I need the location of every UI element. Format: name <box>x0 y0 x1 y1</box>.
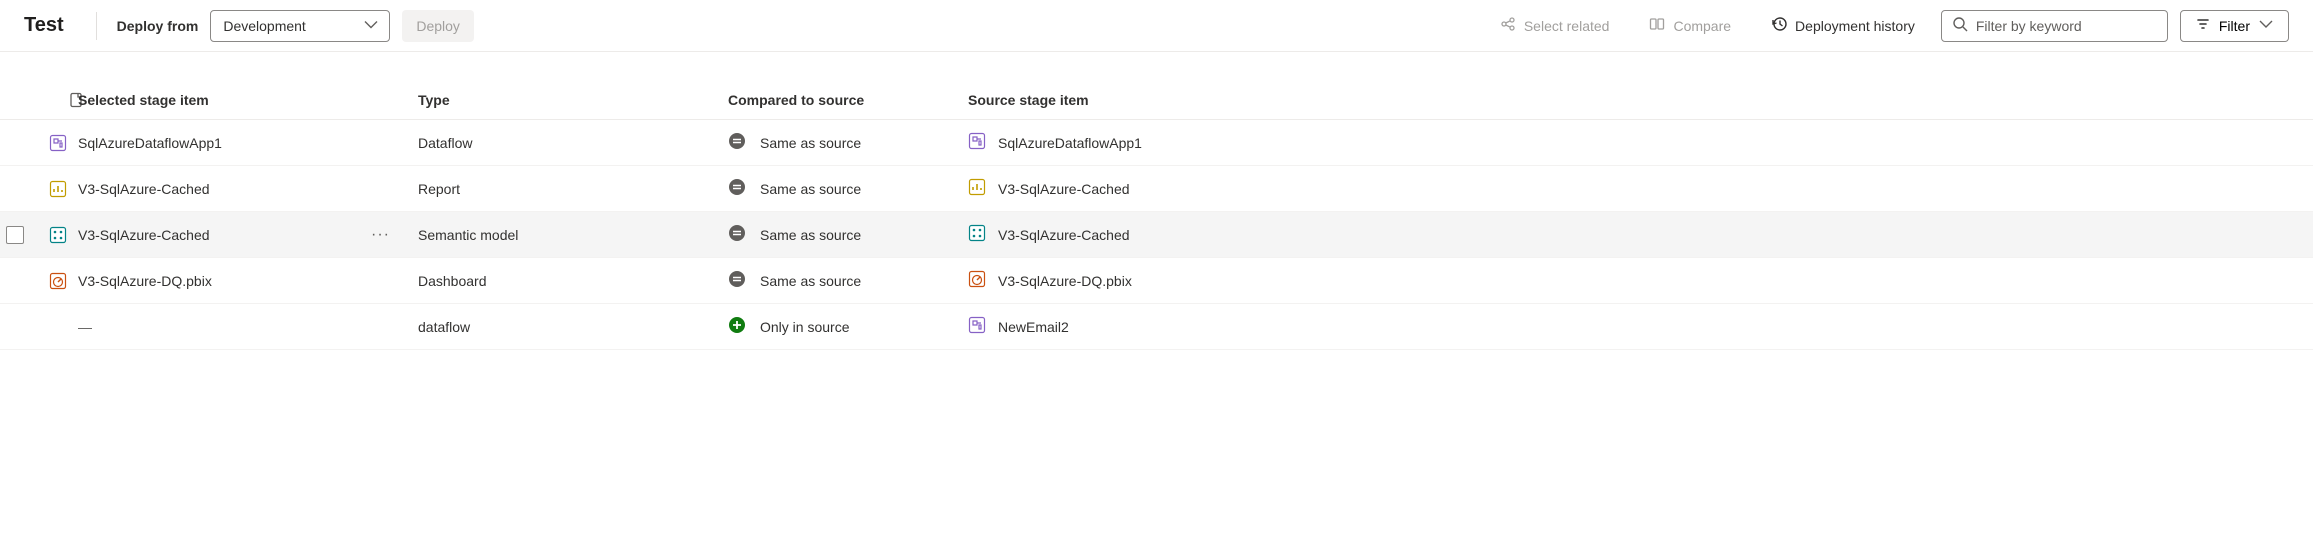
toolbar: Test Deploy from Development Deploy Sele… <box>0 0 2313 52</box>
source-item-name: V3-SqlAzure-Cached <box>998 181 1130 197</box>
item-type: dataflow <box>418 319 728 335</box>
compare-text: Same as source <box>760 181 861 197</box>
file-icon <box>38 92 78 108</box>
same-as-source-icon <box>728 178 746 199</box>
same-as-source-icon <box>728 270 746 291</box>
table-header: Selected stage item Type Compared to sou… <box>0 80 2313 120</box>
source-item-name: NewEmail2 <box>998 319 1069 335</box>
table-row[interactable]: V3-SqlAzure-Cached ··· Semantic model Same … <box>0 212 2313 258</box>
item-name: SqlAzureDataflowApp1 <box>78 135 222 151</box>
source-item-name: V3-SqlAzure-DQ.pbix <box>998 273 1132 289</box>
source-item-name: SqlAzureDataflowApp1 <box>998 135 1142 151</box>
report-icon <box>38 180 78 198</box>
dashboard-icon <box>968 270 986 291</box>
chevron-down-icon <box>363 16 379 35</box>
col-type[interactable]: Type <box>418 92 728 108</box>
compare-icon <box>1649 16 1665 35</box>
select-related-button[interactable]: Select related <box>1486 10 1624 42</box>
filter-label: Filter <box>2219 18 2250 34</box>
dataflow-icon <box>38 134 78 152</box>
search-box[interactable] <box>1941 10 2168 42</box>
items-table: Selected stage item Type Compared to sou… <box>0 52 2313 350</box>
divider <box>96 12 97 40</box>
dataflow-icon <box>968 132 986 153</box>
search-icon <box>1952 16 1968 35</box>
compare-button[interactable]: Compare <box>1635 10 1745 42</box>
compare-text: Same as source <box>760 273 861 289</box>
item-name: V3-SqlAzure-Cached <box>78 227 210 243</box>
only-in-source-icon <box>728 316 746 337</box>
deployment-history-label: Deployment history <box>1795 18 1915 34</box>
deploy-from-label: Deploy from <box>117 18 199 34</box>
row-checkbox[interactable] <box>6 226 24 244</box>
item-type: Report <box>418 181 728 197</box>
same-as-source-icon <box>728 224 746 245</box>
filter-button[interactable]: Filter <box>2180 10 2289 42</box>
deploy-button[interactable]: Deploy <box>402 10 474 42</box>
item-name: V3-SqlAzure-Cached <box>78 181 210 197</box>
item-type: Semantic model <box>418 227 728 243</box>
col-source[interactable]: Source stage item <box>968 92 2313 108</box>
chevron-down-icon <box>2258 16 2274 35</box>
compare-text: Only in source <box>760 319 849 335</box>
compare-text: Same as source <box>760 227 861 243</box>
item-type: Dataflow <box>418 135 728 151</box>
dataflow-icon <box>968 316 986 337</box>
more-options-icon[interactable]: ··· <box>367 226 394 244</box>
share-icon <box>1500 16 1516 35</box>
table-row[interactable]: — dataflow Only in source NewEmail2 <box>0 304 2313 350</box>
semanticmodel-icon <box>38 226 78 244</box>
source-item-name: V3-SqlAzure-Cached <box>998 227 1130 243</box>
deploy-from-value: Development <box>223 18 306 34</box>
item-name: — <box>78 319 92 335</box>
filter-icon <box>2195 16 2211 35</box>
history-icon <box>1771 16 1787 35</box>
stage-title: Test <box>24 14 84 37</box>
search-input[interactable] <box>1976 18 2157 34</box>
item-type: Dashboard <box>418 273 728 289</box>
same-as-source-icon <box>728 132 746 153</box>
col-selected[interactable]: Selected stage item <box>78 92 418 108</box>
table-row[interactable]: V3-SqlAzure-Cached Report Same as source V3… <box>0 166 2313 212</box>
item-name: V3-SqlAzure-DQ.pbix <box>78 273 212 289</box>
table-row[interactable]: V3-SqlAzure-DQ.pbix Dashboard Same as sour… <box>0 258 2313 304</box>
compare-label: Compare <box>1673 18 1731 34</box>
deploy-from-select[interactable]: Development <box>210 10 390 42</box>
deployment-history-button[interactable]: Deployment history <box>1757 10 1929 42</box>
dashboard-icon <box>38 272 78 290</box>
semanticmodel-icon <box>968 224 986 245</box>
compare-text: Same as source <box>760 135 861 151</box>
table-row[interactable]: SqlAzureDataflowApp1 Dataflow Same as sour… <box>0 120 2313 166</box>
col-compared[interactable]: Compared to source <box>728 92 968 108</box>
report-icon <box>968 178 986 199</box>
select-related-label: Select related <box>1524 18 1610 34</box>
